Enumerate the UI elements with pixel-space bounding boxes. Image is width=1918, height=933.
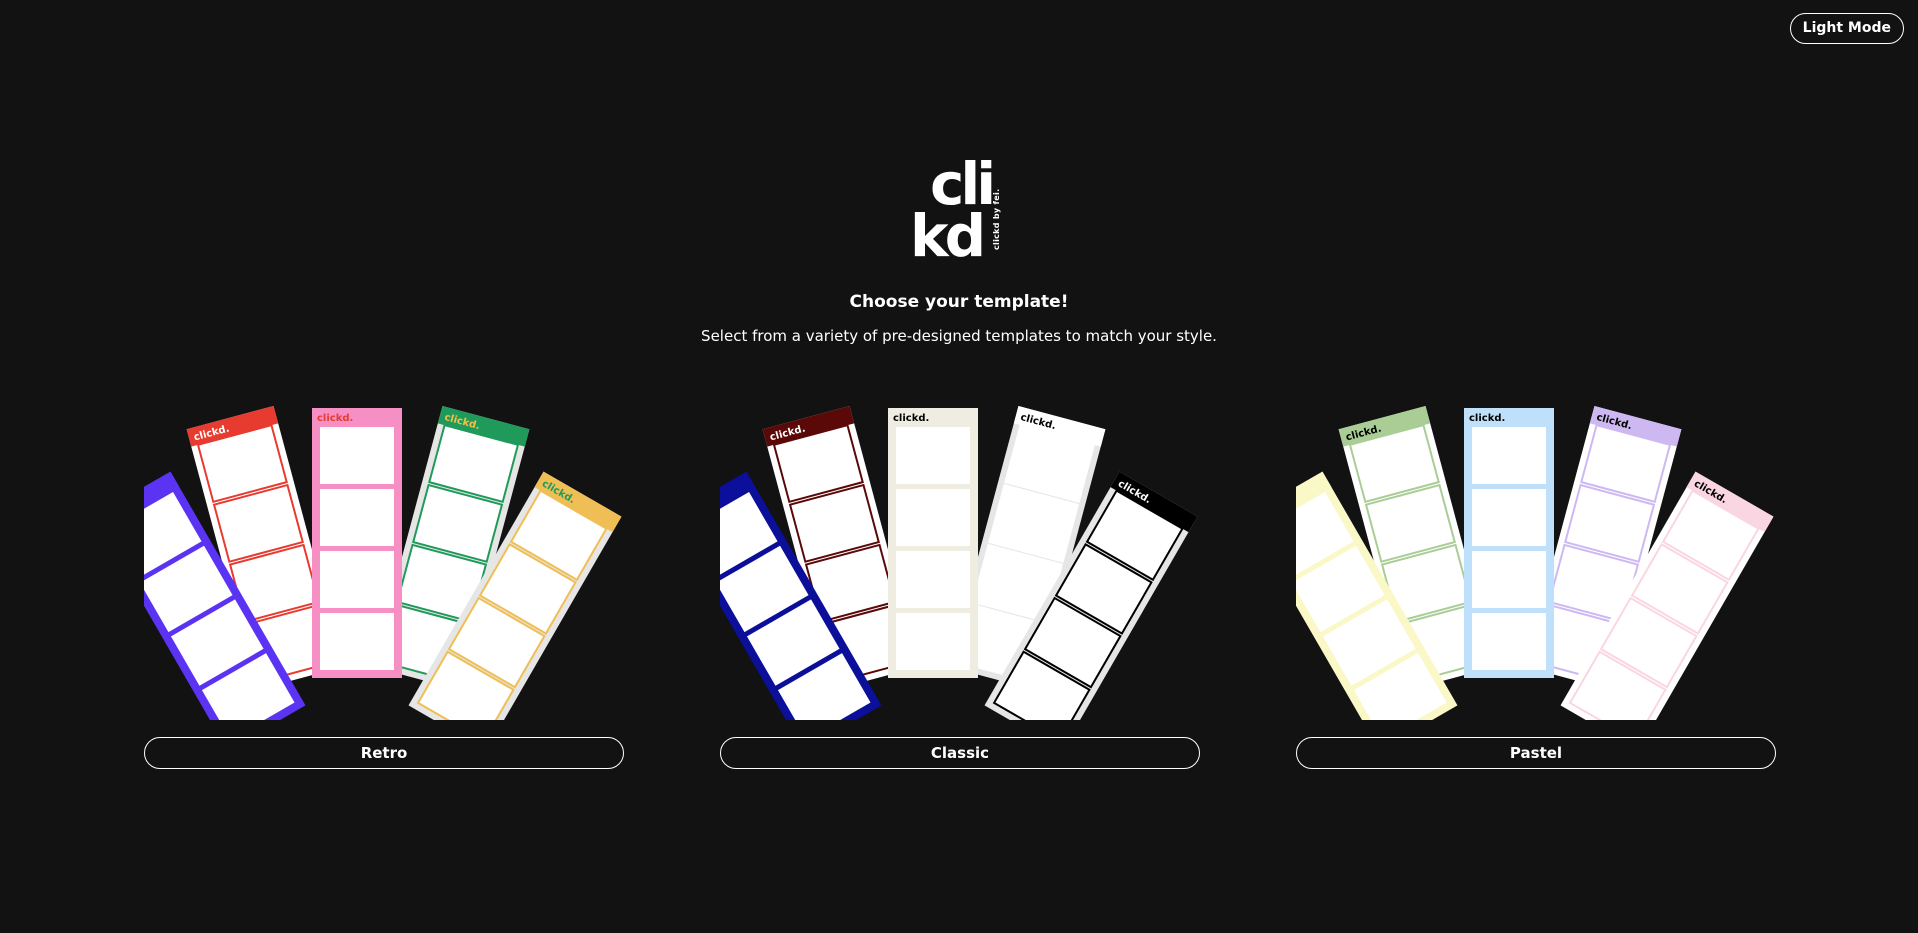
strip-photo-slot bbox=[894, 487, 972, 548]
template-card-pastel[interactable]: clickd.clickd.clickd.clickd.clickd. Past… bbox=[1296, 380, 1776, 770]
strip-photo-slot bbox=[894, 425, 972, 486]
template-card-retro[interactable]: clickd.clickd.clickd.clickd.clickd. Retr… bbox=[144, 380, 624, 770]
retro-template-button[interactable]: Retro bbox=[144, 737, 624, 769]
template-card-classic[interactable]: clickd.clickd.clickd.clickd.clickd. Clas… bbox=[720, 380, 1200, 770]
strip-photo-slot bbox=[318, 549, 396, 610]
strip-brand-label: clickd. bbox=[1469, 413, 1505, 424]
page-subtitle: Select from a variety of pre-designed te… bbox=[701, 327, 1217, 345]
template-fan-retro: clickd.clickd.clickd.clickd.clickd. bbox=[144, 405, 622, 720]
logo-tagline: clickd by fei. bbox=[992, 188, 1001, 250]
photo-strip: clickd. bbox=[1464, 408, 1554, 678]
template-fan-pastel: clickd.clickd.clickd.clickd.clickd. bbox=[1296, 405, 1774, 720]
strip-photo-slot bbox=[318, 487, 396, 548]
strip-photo-slot bbox=[318, 425, 396, 486]
strip-photo-slot bbox=[894, 611, 972, 672]
template-preview-retro[interactable]: clickd.clickd.clickd.clickd.clickd. bbox=[144, 380, 624, 720]
template-fan-classic: clickd.clickd.clickd.clickd.clickd. bbox=[720, 405, 1198, 720]
strip-brand-label: clickd. bbox=[317, 413, 353, 424]
strip-photo-slot bbox=[318, 611, 396, 672]
photo-strip: clickd. bbox=[888, 408, 978, 678]
strip-brand-label: clickd. bbox=[893, 413, 929, 424]
strip-photo-slot bbox=[1470, 611, 1548, 672]
pastel-template-button[interactable]: Pastel bbox=[1296, 737, 1776, 769]
classic-template-button[interactable]: Classic bbox=[720, 737, 1200, 769]
strip-photo-slot bbox=[894, 549, 972, 610]
template-preview-classic[interactable]: clickd.clickd.clickd.clickd.clickd. bbox=[720, 380, 1200, 720]
photo-strip: clickd. bbox=[312, 408, 402, 678]
strip-photo-slot bbox=[1470, 549, 1548, 610]
strip-photo-slot bbox=[1470, 425, 1548, 486]
strip-photo-slot bbox=[1470, 487, 1548, 548]
light-mode-toggle-button[interactable]: Light Mode bbox=[1789, 13, 1904, 44]
template-preview-pastel[interactable]: clickd.clickd.clickd.clickd.clickd. bbox=[1296, 380, 1776, 720]
page-title: Choose your template! bbox=[849, 292, 1069, 312]
clickd-logo: cli kd clickd by fei. bbox=[910, 155, 1016, 270]
